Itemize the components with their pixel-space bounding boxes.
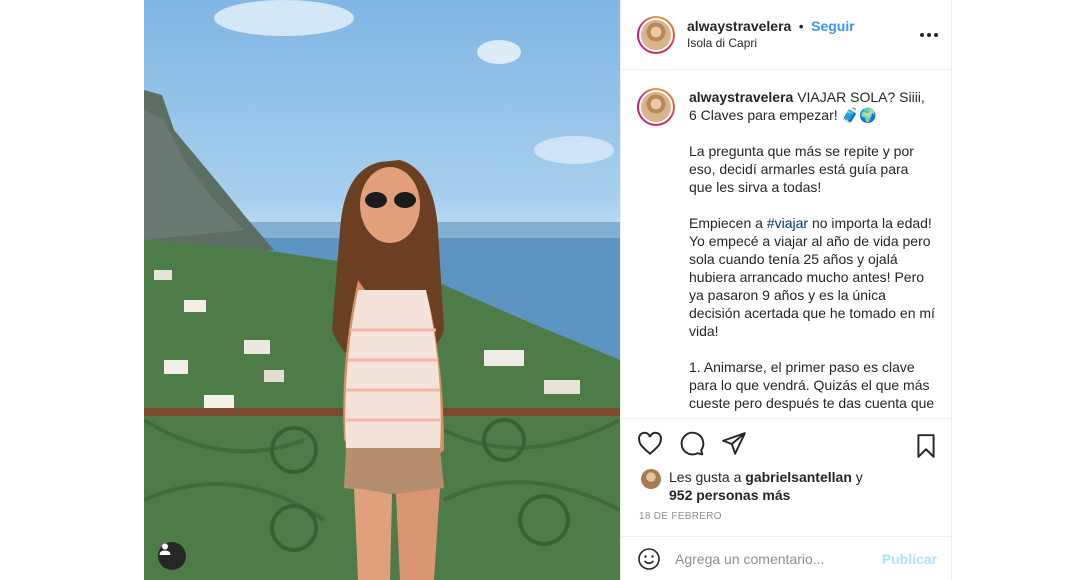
caption-author-avatar[interactable]	[637, 88, 675, 126]
author-info: alwaystravelera • Seguir Isola di Capri	[687, 18, 855, 52]
likes-prefix: Les gusta a	[669, 469, 746, 485]
caption-paragraph-3: 1. Animarse, el primer paso es clave par…	[689, 359, 935, 411]
comment-input[interactable]	[675, 550, 882, 567]
post-date[interactable]: 18 DE FEBRERO	[639, 511, 722, 522]
liker-avatar[interactable]	[641, 469, 661, 489]
caption-text: alwaystravelera VIAJAR SOLA? Siiii, 6 Cl…	[689, 88, 935, 418]
comment-bubble-icon[interactable]	[679, 431, 705, 457]
post-side-panel: alwaystravelera • Seguir Isola di Capri …	[620, 0, 952, 580]
user-tag-icon[interactable]	[158, 542, 186, 570]
liker-username[interactable]: gabrielsantellan	[745, 469, 852, 485]
post-photo[interactable]	[144, 0, 620, 580]
photo-scene	[144, 0, 620, 580]
caption-p2-pre: Empiecen a	[689, 215, 767, 231]
caption-paragraph-1: La pregunta que más se repite y por eso,…	[689, 143, 914, 195]
publish-button[interactable]: Publicar	[882, 551, 937, 567]
action-bar	[621, 418, 951, 474]
caption-p2-post: no importa la edad! Yo empecé a viajar a…	[689, 215, 935, 339]
caption-paragraph-2: Empiecen a #viajar no importa la edad! Y…	[689, 214, 935, 340]
more-horizontal-icon[interactable]	[919, 27, 939, 43]
author-avatar[interactable]	[637, 15, 675, 54]
follow-button[interactable]: Seguir	[811, 18, 855, 34]
author-username[interactable]: alwaystravelera	[687, 18, 791, 34]
heart-icon[interactable]	[637, 431, 663, 457]
emoji-icon[interactable]	[637, 547, 661, 571]
caption-area: alwaystravelera VIAJAR SOLA? Siiii, 6 Cl…	[621, 70, 951, 418]
post-header: alwaystravelera • Seguir Isola di Capri	[621, 0, 951, 70]
likes-count-button[interactable]: 952 personas más	[669, 487, 790, 503]
hashtag-link[interactable]: #viajar	[767, 215, 808, 231]
separator-dot: •	[798, 17, 804, 34]
bookmark-icon[interactable]	[913, 433, 939, 459]
caption-username[interactable]: alwaystravelera	[689, 89, 793, 105]
likes-summary: Les gusta a gabrielsantellan y 952 perso…	[641, 468, 863, 504]
comment-bar: Publicar	[621, 536, 951, 580]
likes-mid: y	[851, 469, 863, 485]
location-link[interactable]: Isola di Capri	[687, 35, 855, 52]
paper-plane-icon[interactable]	[721, 431, 747, 457]
